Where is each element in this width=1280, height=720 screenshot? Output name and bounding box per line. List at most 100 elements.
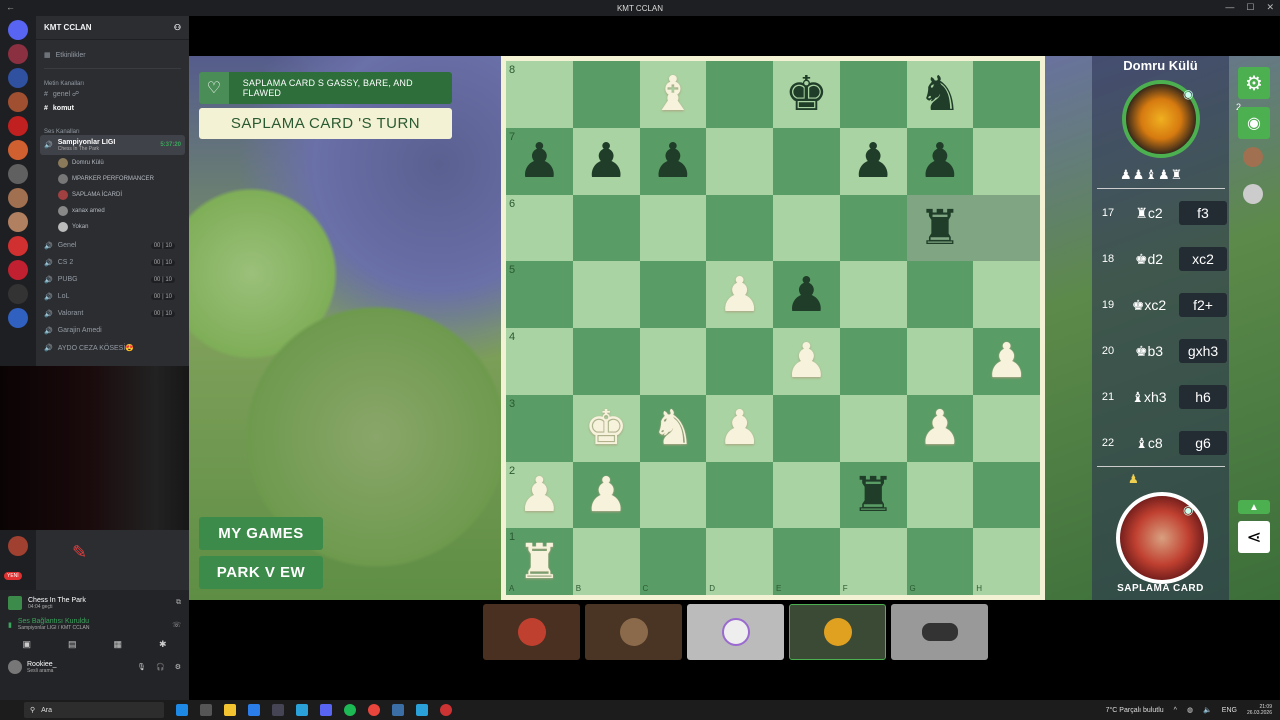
channel-genel[interactable]: # genel ☍	[36, 87, 189, 101]
board-square-h4[interactable]: ♟	[973, 328, 1040, 395]
server-icon[interactable]	[8, 212, 28, 232]
black-move[interactable]: gxh3	[1179, 339, 1227, 363]
black-pawn-piece[interactable]: ♟	[785, 271, 828, 319]
move-row[interactable]: 20 ♚b3 gxh3	[1097, 328, 1227, 374]
board-square-e7[interactable]	[773, 127, 840, 195]
steam-icon[interactable]	[272, 704, 284, 716]
activity-row[interactable]: Chess In The Park 04:04 geçti ⧉	[0, 590, 189, 610]
server-icon[interactable]	[8, 188, 28, 208]
white-move[interactable]: ♝c8	[1125, 431, 1173, 455]
voice-user[interactable]: MPARKER PERFORMANCER	[36, 171, 189, 187]
participant-avatar[interactable]	[1243, 184, 1263, 204]
move-row[interactable]: 18 ♚d2 xc2	[1097, 236, 1227, 282]
chrome-icon[interactable]	[368, 704, 380, 716]
white-pawn-piece[interactable]: ♟	[785, 337, 828, 385]
my-avatar[interactable]	[1116, 492, 1208, 584]
server-icon[interactable]	[8, 308, 28, 328]
channel-komut[interactable]: # komut	[36, 101, 189, 115]
white-pawn-piece[interactable]: ♟	[985, 337, 1028, 385]
white-pawn-piece[interactable]: ♟	[718, 404, 761, 452]
board-square-e1[interactable]: E	[773, 528, 840, 595]
black-move[interactable]: f3	[1179, 201, 1227, 225]
board-square-h3[interactable]	[973, 394, 1040, 462]
clock[interactable]: 21:09 26.03.2026	[1247, 704, 1272, 716]
server-icon[interactable]	[8, 116, 28, 136]
guild-header[interactable]: KMT CCLAN ⚇	[36, 16, 189, 40]
black-pawn-piece[interactable]: ♟	[918, 137, 961, 185]
voice-channel[interactable]: 🔊 Valorant 00 | 10	[36, 305, 189, 322]
black-knight-piece[interactable]: ♞	[918, 70, 961, 118]
white-move[interactable]: ♚d2	[1125, 247, 1173, 271]
board-square-c8[interactable]: ♝	[639, 61, 707, 128]
participant-avatar[interactable]	[1243, 147, 1263, 167]
discord-icon[interactable]	[320, 704, 332, 716]
board-square-h5[interactable]	[973, 261, 1040, 328]
events-item[interactable]: ▦ Etkinlikler	[36, 46, 189, 64]
add-member-icon[interactable]: ⚇	[174, 23, 181, 32]
board-square-e6[interactable]	[773, 194, 840, 262]
activities-icon[interactable]: ▦	[113, 639, 122, 650]
board-square-b3[interactable]: ♚	[572, 394, 640, 462]
chess-board[interactable]: 8 ♝ ♚ ♞ 7 ♟ ♟ ♟ ♟ ♟ 6 ♜ 5 ♟ ♟ 4 ♟ ♟ 3 ♚ ♞ ♟ ♟ 2 ♟ ♟ ♜ 1 A ♜ B C D E F G H	[506, 61, 1040, 595]
folder-icon[interactable]	[224, 704, 236, 716]
board-square-e8[interactable]: ♚	[773, 61, 840, 128]
participant-tile[interactable]	[891, 604, 988, 660]
black-pawn-piece[interactable]: ♟	[585, 137, 628, 185]
board-square-a1[interactable]: 1 A ♜	[506, 528, 573, 595]
text-category[interactable]: Metin Kanalları	[36, 73, 189, 87]
microphone-icon[interactable]: 🎙	[137, 663, 146, 671]
board-square-b2[interactable]: ♟	[572, 461, 640, 529]
board-square-d5[interactable]: ♟	[706, 261, 773, 328]
close-icon[interactable]: ✕	[1266, 2, 1274, 13]
board-square-h2[interactable]	[973, 461, 1040, 529]
app-icon[interactable]	[200, 704, 212, 716]
discord-home-icon[interactable]	[8, 20, 28, 40]
edge-icon[interactable]	[176, 704, 188, 716]
board-square-a3[interactable]: 3	[506, 394, 573, 462]
maximize-icon[interactable]: ☐	[1246, 2, 1254, 13]
board-square-d3[interactable]: ♟	[706, 394, 773, 462]
white-king-piece[interactable]: ♚	[585, 404, 628, 452]
board-square-f5[interactable]	[839, 261, 907, 328]
screen-share-icon[interactable]: ▤	[68, 639, 77, 650]
board-square-d6[interactable]	[706, 194, 773, 262]
my-games-button[interactable]: MY GAMES	[199, 517, 323, 550]
voice-channel[interactable]: 🔊 Garajin Amedi	[36, 322, 189, 339]
black-move[interactable]: f2+	[1179, 293, 1227, 317]
board-square-d2[interactable]	[706, 461, 773, 529]
board-square-f8[interactable]	[839, 61, 907, 128]
board-square-b8[interactable]	[572, 61, 640, 128]
board-square-c4[interactable]	[639, 328, 707, 395]
board-square-h1[interactable]: H	[973, 528, 1040, 595]
white-bishop-piece[interactable]: ♝	[651, 70, 694, 118]
board-square-a8[interactable]: 8	[506, 61, 573, 128]
server-icon[interactable]	[8, 44, 28, 64]
server-icon[interactable]	[8, 236, 28, 256]
settings-icon[interactable]: ⚙	[175, 663, 181, 671]
voice-channel[interactable]: 🔊 PUBG 00 | 10	[36, 271, 189, 288]
minimize-icon[interactable]: —	[1225, 2, 1234, 13]
app-icon[interactable]	[392, 704, 404, 716]
voice-user[interactable]: Domru Külü	[36, 155, 189, 171]
board-square-g4[interactable]	[906, 328, 974, 395]
weather-widget[interactable]: 7°C Parçalı bulutlu	[1106, 707, 1164, 714]
voice-channel[interactable]: 🔊 Genel 00 | 10	[36, 237, 189, 254]
board-square-f3[interactable]	[839, 394, 907, 462]
mail-icon[interactable]	[248, 704, 260, 716]
board-square-b6[interactable]	[572, 194, 640, 262]
back-arrow-icon[interactable]: ←	[6, 2, 15, 12]
spectate-eye-icon[interactable]: ◉	[1238, 107, 1270, 139]
telegram-icon[interactable]	[416, 704, 428, 716]
board-square-b1[interactable]: B	[572, 528, 640, 595]
board-square-g6[interactable]: ♜	[906, 194, 974, 262]
telegram-icon[interactable]	[296, 704, 308, 716]
move-row[interactable]: 19 ♚xc2 f2+	[1097, 282, 1227, 328]
white-move[interactable]: ♚xc2	[1125, 293, 1173, 317]
board-square-g5[interactable]	[906, 261, 974, 328]
white-knight-piece[interactable]: ♞	[651, 404, 694, 452]
black-rook-piece[interactable]: ♜	[852, 471, 895, 519]
board-square-e5[interactable]: ♟	[773, 261, 840, 328]
tray-chevron-icon[interactable]: ^	[1174, 707, 1177, 714]
board-square-e2[interactable]	[773, 461, 840, 529]
board-square-f6[interactable]	[839, 194, 907, 262]
